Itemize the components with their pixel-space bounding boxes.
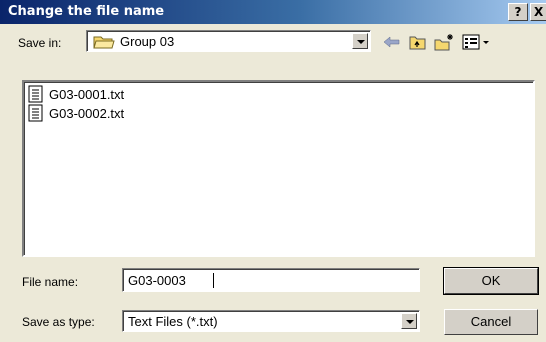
file-name: G03-0002.txt bbox=[49, 106, 125, 121]
save-as-type-label: Save as type: bbox=[22, 315, 95, 329]
file-name-label: File name: bbox=[22, 275, 79, 289]
chevron-down-icon[interactable] bbox=[401, 313, 417, 329]
file-name: G03-0001.txt bbox=[49, 87, 125, 102]
text-caret bbox=[213, 273, 214, 288]
cancel-button[interactable]: Cancel bbox=[444, 309, 538, 335]
close-button[interactable]: X bbox=[530, 3, 546, 21]
text-file-icon bbox=[28, 85, 43, 103]
file-name-input[interactable]: G03-0003 bbox=[122, 268, 420, 292]
back-arrow-icon[interactable] bbox=[381, 32, 403, 52]
file-name-value: G03-0003 bbox=[128, 273, 186, 288]
folder-icon bbox=[93, 36, 115, 49]
save-in-dropdown[interactable]: Group 03 bbox=[86, 30, 371, 52]
help-button[interactable]: ? bbox=[508, 3, 528, 21]
save-dialog: Change the file name ? X Save in: Group … bbox=[0, 0, 546, 342]
save-as-type-dropdown[interactable]: Text Files (*.txt) bbox=[122, 310, 420, 332]
text-file-icon bbox=[28, 104, 43, 122]
save-as-type-value: Text Files (*.txt) bbox=[128, 314, 218, 329]
views-menu-icon[interactable] bbox=[461, 32, 497, 52]
dialog-title: Change the file name bbox=[8, 4, 165, 19]
save-in-label: Save in: bbox=[18, 36, 62, 50]
new-folder-icon[interactable] bbox=[433, 32, 455, 52]
title-bar[interactable]: Change the file name ? X bbox=[0, 0, 546, 24]
file-list[interactable]: G03-0001.txt G03-0002.txt bbox=[22, 80, 535, 257]
chevron-down-icon[interactable] bbox=[352, 33, 368, 49]
save-in-value: Group 03 bbox=[120, 34, 175, 49]
up-one-level-icon[interactable] bbox=[407, 32, 429, 52]
ok-button[interactable]: OK bbox=[443, 267, 539, 295]
